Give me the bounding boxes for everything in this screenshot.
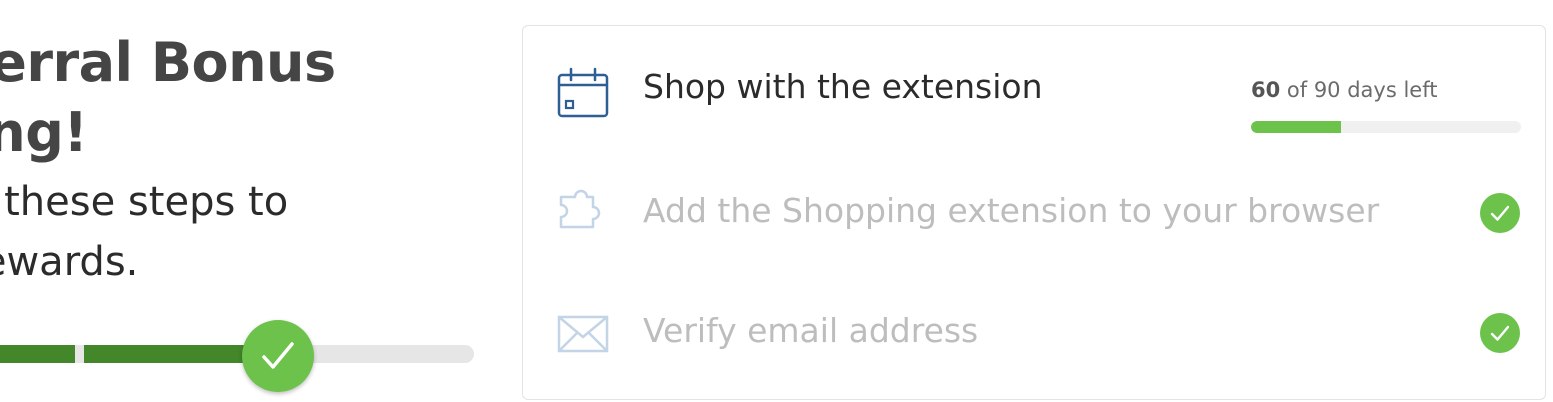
envelope-icon bbox=[557, 309, 609, 361]
page-subtitle: plete these steps to em rewards. bbox=[0, 172, 500, 292]
step-complete-check-icon bbox=[1480, 193, 1520, 233]
referral-hero: Referral Bonus aiting! plete these steps… bbox=[0, 0, 500, 402]
step-verify-email[interactable]: Verify email address bbox=[523, 283, 1545, 383]
steps-card: Shop with the extension 60 of 90 days le… bbox=[522, 25, 1546, 400]
step-shop-with-extension[interactable]: Shop with the extension 60 of 90 days le… bbox=[523, 36, 1545, 136]
step-label: Add the Shopping extension to your brows… bbox=[643, 191, 1380, 230]
referral-bonus-page: Referral Bonus aiting! plete these steps… bbox=[0, 0, 1553, 402]
headline-line-2: aiting! bbox=[0, 101, 88, 164]
calendar-icon bbox=[557, 67, 609, 119]
headline-line-1: Referral Bonus bbox=[0, 31, 336, 94]
puzzle-icon bbox=[557, 187, 609, 239]
page-title: Referral Bonus aiting! bbox=[0, 28, 500, 168]
days-progress-track bbox=[1251, 121, 1521, 133]
days-progress-fill bbox=[1251, 121, 1341, 133]
step-label: Verify email address bbox=[643, 311, 979, 350]
overall-progress-check-icon bbox=[242, 320, 314, 392]
days-remaining-label: of 90 days left bbox=[1280, 78, 1438, 102]
subline-line-1: plete these steps to bbox=[0, 179, 289, 225]
days-left-text: 60 of 90 days left bbox=[1251, 78, 1437, 102]
days-used: 60 bbox=[1251, 78, 1281, 102]
overall-progress-segment-1 bbox=[0, 345, 75, 363]
subline-line-2: em rewards. bbox=[0, 239, 139, 285]
step-complete-check-icon bbox=[1480, 313, 1520, 353]
step-add-extension[interactable]: Add the Shopping extension to your brows… bbox=[523, 163, 1545, 263]
step-label: Shop with the extension bbox=[643, 67, 1043, 106]
